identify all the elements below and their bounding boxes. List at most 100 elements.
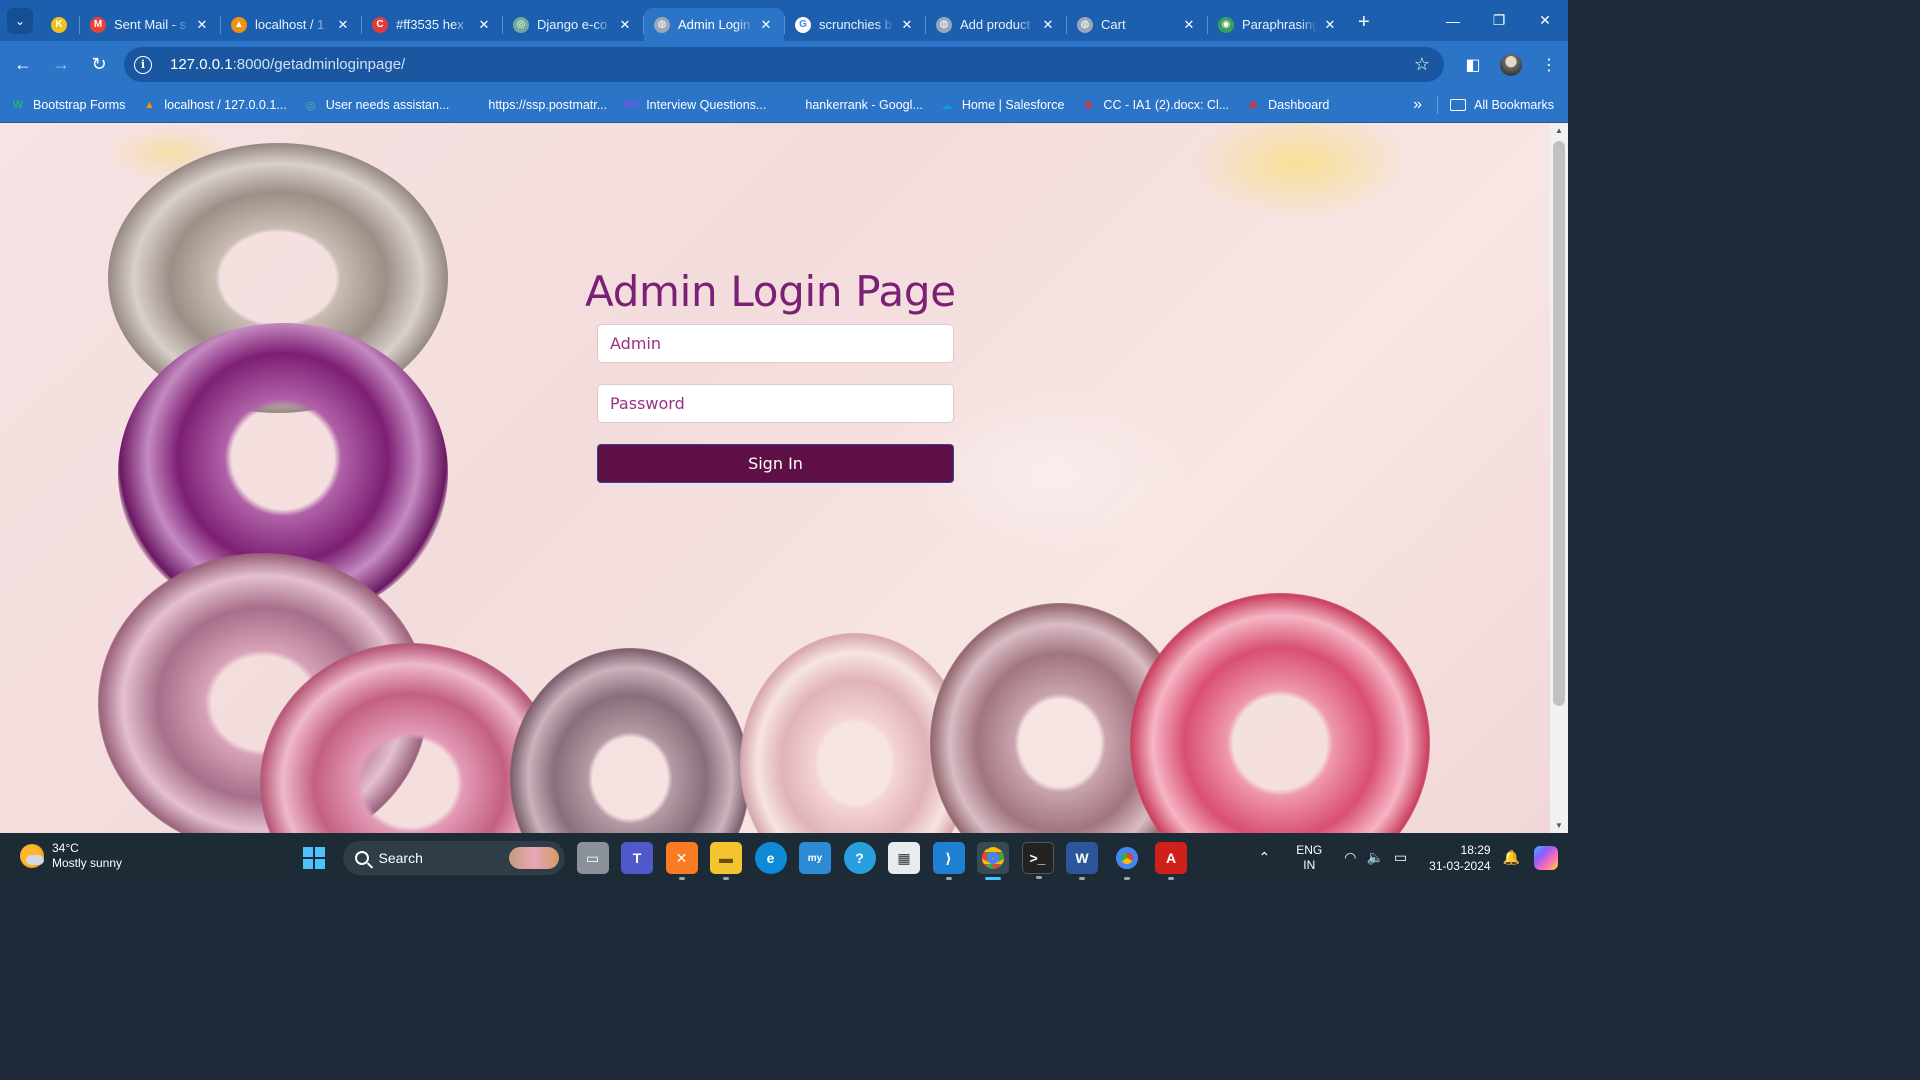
tab-search-button[interactable]: ⌄ <box>7 7 33 34</box>
volume-icon: 🔈 <box>1366 849 1384 865</box>
browser-tab[interactable]: C #ff3535 hex ✕ <box>362 8 502 41</box>
tab-close-icon[interactable]: ✕ <box>758 17 774 33</box>
windows-logo-icon <box>303 847 325 869</box>
copilot-icon[interactable] <box>1534 845 1558 870</box>
profile-avatar[interactable] <box>1500 53 1522 76</box>
window-controls: — ❐ ✕ <box>1430 0 1568 41</box>
tab-title: Admin Login <box>678 17 751 32</box>
tab-favicon-icon: G <box>795 16 811 33</box>
browser-tab[interactable]: Gscrunchies b ✕ <box>785 8 925 41</box>
bookmark-item[interactable]: ▲ localhost / 127.0.0.1... <box>141 97 287 113</box>
tab-favicon-icon: ▲ <box>231 16 247 33</box>
browser-tab[interactable]: ▲ localhost / 1 ✕ <box>221 8 361 41</box>
bookmark-favicon-icon: ◎ <box>305 99 316 112</box>
scroll-down-icon[interactable]: ▼ <box>1550 821 1568 830</box>
browser-tab[interactable]: ◍ Add product ✕ <box>926 8 1066 41</box>
toolbar-right-actions: ◧ ⋮ <box>1454 41 1568 88</box>
back-button[interactable]: ← <box>6 48 40 82</box>
address-bar[interactable]: i 127.0.0.1:8000/getadminloginpage/ ☆ <box>124 47 1444 82</box>
bookmark-favicon-icon: ✺ <box>1248 99 1258 112</box>
browser-tab[interactable]: K <box>43 8 79 41</box>
bookmark-label: User needs assistan... <box>325 98 450 112</box>
tab-close-icon[interactable]: ✕ <box>1181 17 1197 33</box>
menu-kebab-icon[interactable]: ⋮ <box>1530 55 1568 75</box>
tab-close-icon[interactable]: ✕ <box>1040 17 1056 33</box>
notification-bell-icon[interactable]: 🔔 <box>1503 849 1520 866</box>
start-button[interactable] <box>298 842 330 874</box>
forward-button[interactable]: → <box>44 48 78 82</box>
site-info-icon[interactable]: i <box>134 55 152 74</box>
bookmark-label: hankerrank - Googl... <box>805 98 923 112</box>
terminal-icon[interactable]: >_ <box>1021 842 1054 879</box>
bookmark-label: localhost / 127.0.0.1... <box>164 98 287 112</box>
tab-close-icon[interactable]: ✕ <box>1322 17 1338 33</box>
restore-icon[interactable]: ❐ <box>1476 0 1522 41</box>
bookmark-favicon-icon: ▲ <box>143 99 155 111</box>
mysql-icon[interactable]: my <box>799 842 831 874</box>
username-input[interactable] <box>597 324 954 363</box>
all-bookmarks-label: All Bookmarks <box>1474 98 1554 112</box>
bookmark-favicon-icon: ◍ <box>785 99 796 112</box>
url-text[interactable]: 127.0.0.1:8000/getadminloginpage/ <box>170 56 405 73</box>
xampp-icon[interactable]: ✕ <box>665 842 698 880</box>
browser-tab[interactable]: ◎ Django e-co ✕ <box>503 8 643 41</box>
edge-icon[interactable]: e <box>754 842 787 874</box>
chrome-profile-icon[interactable] <box>1111 842 1143 880</box>
page-scrollbar[interactable]: ▲ ▼ <box>1550 123 1568 833</box>
bookmarks-overflow-icon[interactable]: » <box>1413 96 1422 114</box>
bookmark-item[interactable]: W Bootstrap Forms <box>10 97 126 113</box>
bookmark-item[interactable]: ☁ Home | Salesforce <box>939 97 1065 113</box>
bookmark-item[interactable]: ✺ CC - IA1 (2).docx: Cl... <box>1080 97 1229 113</box>
browser-tab[interactable]: ◍ Cart ✕ <box>1067 8 1207 41</box>
browser-tab[interactable]: ◉ Paraphrasing ✕ <box>1208 8 1348 41</box>
tray-overflow-icon[interactable]: ⌃ <box>1259 849 1271 866</box>
word-icon[interactable]: W <box>1066 842 1098 880</box>
tab-title: localhost / 1 <box>255 17 325 32</box>
weather-sun-icon <box>20 844 44 868</box>
tab-close-icon[interactable]: ✕ <box>476 17 492 33</box>
tab-close-icon[interactable]: ✕ <box>899 17 915 33</box>
all-bookmarks-button[interactable]: All Bookmarks <box>1450 98 1554 112</box>
tab-list: K M Sent Mail - s ✕ ▲ localhost / 1 ✕ C #ff3535 … <box>43 0 1348 41</box>
weather-widget[interactable]: 34°C Mostly sunny <box>20 841 122 871</box>
browser-tab[interactable]: M Sent Mail - s ✕ <box>80 8 220 41</box>
tab-favicon-icon: M <box>90 16 106 33</box>
tab-close-icon[interactable]: ✕ <box>194 17 210 33</box>
bookmark-favicon-icon: ☁ <box>941 99 953 112</box>
bookmark-item[interactable]: ◎ User needs assistan... <box>303 97 450 113</box>
task-view-icon[interactable]: ▭ <box>576 842 609 874</box>
side-panel-icon[interactable]: ◧ <box>1454 55 1492 75</box>
store-icon[interactable]: ▦ <box>888 842 920 874</box>
vscode-icon[interactable]: ⟩ <box>932 842 965 880</box>
teams-icon[interactable]: T <box>621 842 653 874</box>
browser-tab[interactable]: ◍ Admin Login ✕ <box>644 8 784 41</box>
bookmark-star-icon[interactable]: ☆ <box>1414 54 1430 75</box>
bookmark-item[interactable]: ◍ hankerrank - Googl... <box>782 97 923 113</box>
file-explorer-icon[interactable]: ▬ <box>710 842 742 880</box>
language-indicator[interactable]: ENG IN <box>1296 843 1322 873</box>
bookmark-label: Home | Salesforce <box>961 98 1065 112</box>
reload-button[interactable]: ↻ <box>82 48 116 82</box>
chrome-icon[interactable] <box>977 842 1009 880</box>
tab-close-icon[interactable]: ✕ <box>617 17 633 33</box>
search-highlight-image <box>508 847 559 869</box>
password-input[interactable] <box>597 384 954 423</box>
new-tab-button[interactable]: + <box>1358 11 1370 34</box>
help-icon[interactable]: ? <box>843 842 876 874</box>
scroll-up-icon[interactable]: ▲ <box>1550 126 1568 135</box>
bookmark-item[interactable]: ✺ Dashboard <box>1245 97 1330 113</box>
clock[interactable]: 18:29 31-03-2024 <box>1429 842 1490 874</box>
quick-settings[interactable]: ◠ 🔈 ▭ <box>1344 849 1407 866</box>
scrunchie-image <box>510 648 750 833</box>
tab-close-icon[interactable]: ✕ <box>335 17 351 33</box>
scrollbar-thumb[interactable] <box>1553 141 1565 706</box>
close-window-icon[interactable]: ✕ <box>1522 0 1568 41</box>
bookmark-list: W Bootstrap Forms ▲ localhost / 127.0.0.1..… <box>10 97 1345 113</box>
taskbar-search[interactable]: Search <box>342 841 565 875</box>
bookmark-item[interactable]: Fn Interview Questions... <box>623 97 766 113</box>
system-tray: ⌃ ENG IN ◠ 🔈 ▭ 18:29 31-03-2024 🔔 <box>1259 833 1568 882</box>
acrobat-icon[interactable]: A <box>1155 842 1187 880</box>
sign-in-button[interactable]: Sign In <box>597 444 954 483</box>
bookmark-item[interactable]: ◍ https://ssp.postmatr... <box>465 97 608 113</box>
minimize-icon[interactable]: — <box>1430 0 1476 41</box>
